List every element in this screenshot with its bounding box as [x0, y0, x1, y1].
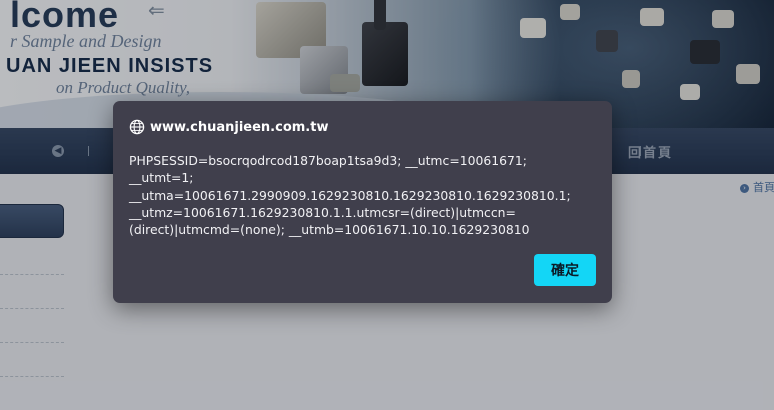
dialog-origin: www.chuanjieen.com.tw [150, 119, 329, 135]
dialog-message: PHPSESSID=bsocrqodrcod187boap1tsa9d3; __… [129, 153, 571, 238]
globe-icon [129, 119, 145, 135]
alert-dialog: www.chuanjieen.com.tw PHPSESSID=bsocrqod… [113, 101, 612, 303]
ok-button[interactable]: 確定 [534, 254, 596, 286]
dialog-header: www.chuanjieen.com.tw [129, 118, 328, 136]
